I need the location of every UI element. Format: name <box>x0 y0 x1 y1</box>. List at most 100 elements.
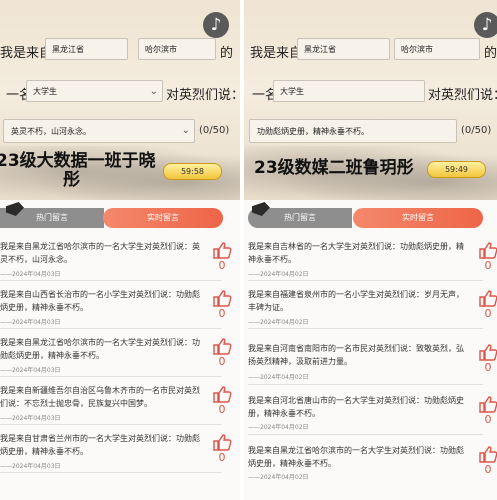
comment-text: 我是来自福建省泉州市的一名小学生对英烈们说：岁月无声，丰碑为证。 <box>248 290 464 312</box>
like-count: 0 <box>484 361 492 374</box>
countdown-timer: 59:58 <box>163 163 222 180</box>
city-select[interactable]: 哈尔滨市 <box>138 38 216 60</box>
divider <box>0 376 222 377</box>
thumbs-up-icon <box>213 386 232 403</box>
list-item: 我是来自河北省唐山市的一名大学生对英烈们说：功勋彪炳史册，精神永垂不朽。 ——2… <box>244 388 497 435</box>
tab-live-comments[interactable]: 实时留言 <box>103 208 223 228</box>
thumbs-up-icon <box>213 338 232 355</box>
divider <box>248 328 483 329</box>
like-count: 0 <box>218 451 226 464</box>
like-count: 0 <box>484 307 492 320</box>
comment-date: ——2024年04月03日 <box>0 415 61 422</box>
identity-select[interactable]: 大学生 ⌄ <box>26 80 163 102</box>
list-item: 我是来自黑龙江省哈尔滨市的一名大学生对英烈们说：英灵不朽，山河永念。 ——202… <box>0 236 240 281</box>
comment-date: ——2024年04月02日 <box>248 474 309 481</box>
city-value: 哈尔滨市 <box>145 45 177 54</box>
countdown-timer: 59:49 <box>427 161 486 178</box>
city-value: 哈尔滨市 <box>401 45 433 54</box>
thumbs-up-icon <box>213 290 232 307</box>
comment-date: ——2024年04月02日 <box>248 374 309 381</box>
comment-text: 我是来自甘肃省兰州市的一名大学生对英烈们说：功勋彪炳史册，精神永垂不朽。 <box>0 434 200 456</box>
like-count: 0 <box>218 355 226 368</box>
like-count: 0 <box>484 463 492 476</box>
message-value: 功勋彪炳史册，精神永垂不朽。 <box>257 127 369 136</box>
list-item: 我是来自黑龙江省哈尔滨市的一名大学生对英烈们说：功勋彪炳史册，精神永垂不朽。 —… <box>0 332 240 377</box>
comment-text: 我是来自吉林省的一名大学生对英烈们说：功勋彪炳史册，精神永垂不朽。 <box>248 242 464 264</box>
thumbs-up-icon <box>479 446 497 463</box>
identity-value: 大学生 <box>33 87 57 96</box>
list-item: 我是来自吉林省的一名大学生对英烈们说：功勋彪炳史册，精神永垂不朽。 ——2024… <box>244 236 497 281</box>
prefix-label: 我是来自 <box>250 46 303 61</box>
music-note-icon[interactable]: ♪ <box>474 12 497 38</box>
like-button[interactable]: 0 <box>478 396 497 426</box>
like-button[interactable]: 0 <box>478 446 497 476</box>
identity-select[interactable]: 大学生 <box>273 80 425 102</box>
identity-value: 大学生 <box>280 87 304 96</box>
list-item: 我是来自河南省南阳市的一名市民对英烈们说：致敬英烈，弘扬英烈精神，汲取前进力量。… <box>244 332 497 385</box>
like-button[interactable]: 0 <box>212 386 232 416</box>
like-count: 0 <box>218 403 226 416</box>
left-screen: ♪ 我是来自 黑龙江省 哈尔滨市 的 一名 大学生 ⌄ 对英烈们说： 英灵不朽，… <box>0 0 240 500</box>
province-value: 黑龙江省 <box>52 45 84 54</box>
tab-live-comments[interactable]: 实时留言 <box>353 208 483 228</box>
comment-date: ——2024年04月02日 <box>248 271 309 278</box>
comment-date: ——2024年04月02日 <box>248 424 309 431</box>
like-count: 0 <box>484 413 492 426</box>
divider <box>0 280 222 281</box>
char-counter: (0/50) <box>199 125 230 136</box>
city-select[interactable]: 哈尔滨市 <box>394 38 480 60</box>
of-label: 的 <box>484 46 497 61</box>
like-count: 0 <box>484 259 492 272</box>
comment-text: 我是来自黑龙江省哈尔滨市的一名大学生对英烈们说：英灵不朽，山河永念。 <box>0 242 200 264</box>
like-button[interactable]: 0 <box>212 242 232 272</box>
comment-date: ——2024年04月02日 <box>248 319 309 326</box>
chevron-down-icon: ⌄ <box>181 125 190 136</box>
divider <box>0 328 222 329</box>
like-button[interactable]: 0 <box>212 290 232 320</box>
thumbs-up-icon <box>213 242 232 259</box>
to-martyrs-label: 对英烈们说： <box>166 88 240 103</box>
comment-date: ——2024年04月03日 <box>0 319 61 326</box>
music-note-icon[interactable]: ♪ <box>203 12 229 38</box>
thumbs-up-icon <box>479 396 497 413</box>
like-button[interactable]: 0 <box>478 344 497 374</box>
like-button[interactable]: 0 <box>212 338 232 368</box>
divider <box>0 472 222 473</box>
title-line-1: 23级大数据一班于晓 <box>0 151 156 171</box>
message-input[interactable]: 功勋彪炳史册，精神永垂不朽。 <box>249 119 457 143</box>
comment-text: 我是来自新疆维吾尔自治区乌鲁木齐市的一名市民对英烈们说：不忘烈士抛忠骨，民族复兴… <box>0 386 200 408</box>
message-value: 英灵不朽，山河永念。 <box>11 127 91 136</box>
of-label: 的 <box>220 46 234 61</box>
message-input[interactable]: 英灵不朽，山河永念。 ⌄ <box>3 119 195 143</box>
list-item: 我是来自甘肃省兰州市的一名大学生对英烈们说：功勋彪炳史册，精神永垂不朽。 ——2… <box>0 428 240 473</box>
comment-date: ——2024年04月03日 <box>0 271 61 278</box>
comment-text: 我是来自河北省唐山市的一名大学生对英烈们说：功勋彪炳史册，精神永垂不朽。 <box>248 396 464 418</box>
divider <box>0 424 222 425</box>
like-button[interactable]: 0 <box>478 290 497 320</box>
title-line-2: 彤 <box>63 170 80 190</box>
char-counter: (0/50) <box>461 125 492 136</box>
list-item: 我是来自福建省泉州市的一名小学生对英烈们说：岁月无声，丰碑为证。 ——2024年… <box>244 284 497 329</box>
thumbs-up-icon <box>479 242 497 259</box>
thumbs-up-icon <box>479 344 497 361</box>
chevron-down-icon: ⌄ <box>149 86 158 97</box>
comment-text: 我是来自山西省长治市的一名小学生对英烈们说：功勋彪炳史册，精神永垂不朽。 <box>0 290 200 312</box>
comment-tabs: 热门留言 实时留言 <box>244 202 497 228</box>
comment-date: ——2024年04月03日 <box>0 367 61 374</box>
title-line-1: 23级数媒二班鲁玥彤 <box>254 158 414 178</box>
to-martyrs-label: 对英烈们说： <box>428 88 497 103</box>
comment-tabs: 热门留言 实时留言 <box>0 202 240 228</box>
province-select[interactable]: 黑龙江省 <box>45 38 128 60</box>
divider <box>248 384 483 385</box>
thumbs-up-icon <box>213 434 232 451</box>
right-screen: ♪ 我是来自 黑龙江省 哈尔滨市 的 一名 大学生 对英烈们说： 功勋彪炳史册，… <box>244 0 497 500</box>
comment-text: 我是来自河南省南阳市的一名市民对英烈们说：致敬英烈，弘扬英烈精神，汲取前进力量。 <box>248 344 464 366</box>
like-button[interactable]: 0 <box>478 242 497 272</box>
list-item: 我是来自山西省长治市的一名小学生对英烈们说：功勋彪炳史册，精神永垂不朽。 ——2… <box>0 284 240 329</box>
comment-text: 我是来自黑龙江省哈尔滨市的一名大学生对英烈们说：功勋彪炳史册，精神永垂不朽。 <box>248 446 464 468</box>
province-select[interactable]: 黑龙江省 <box>297 38 390 60</box>
comment-date: ——2024年04月03日 <box>0 463 61 470</box>
like-count: 0 <box>218 307 226 320</box>
like-button[interactable]: 0 <box>212 434 232 464</box>
comment-text: 我是来自黑龙江省哈尔滨市的一名大学生对英烈们说：功勋彪炳史册，精神永垂不朽。 <box>0 338 200 360</box>
